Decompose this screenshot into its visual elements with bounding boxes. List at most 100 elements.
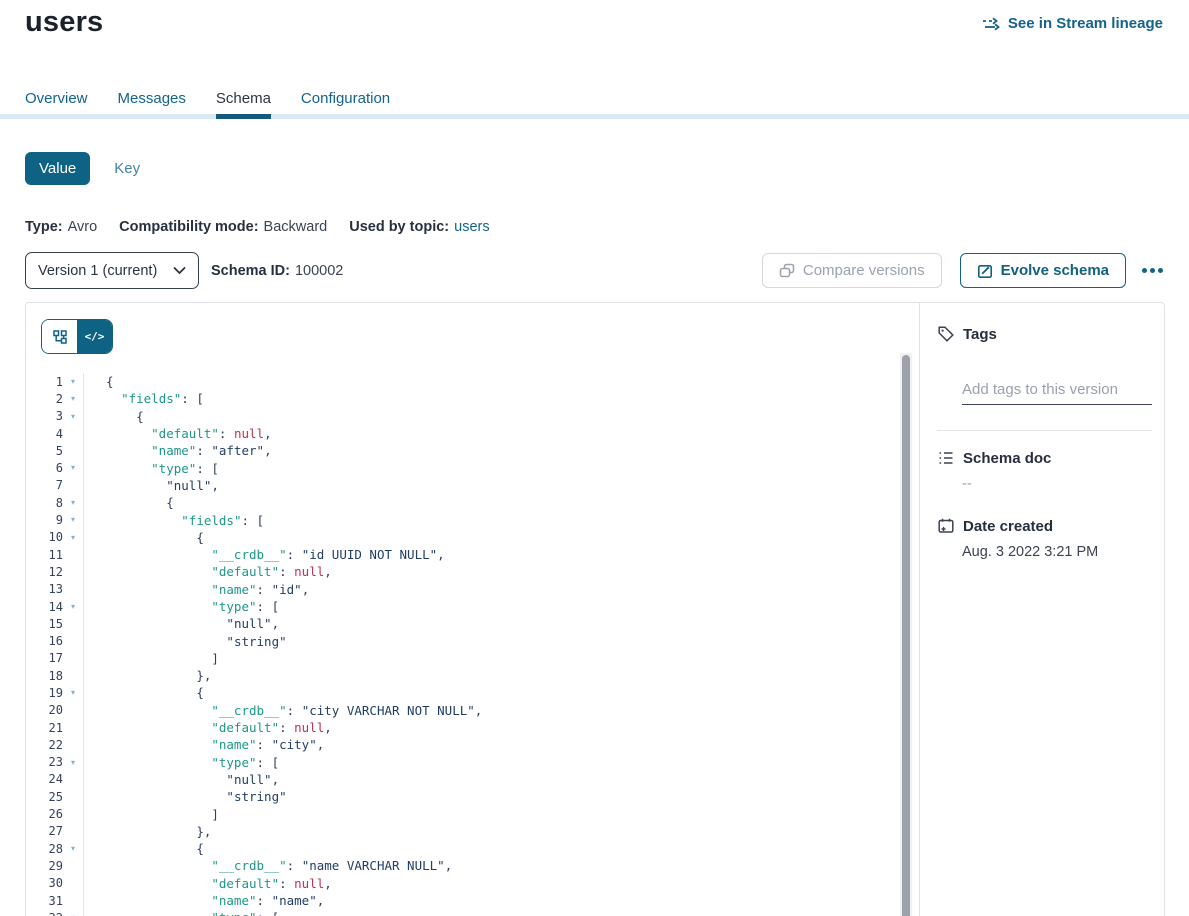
code-line: 3▾ { (26, 408, 889, 425)
fold-arrow-icon[interactable]: ▾ (63, 408, 83, 425)
fold-arrow-icon[interactable]: ▾ (63, 511, 83, 528)
more-options-button[interactable] (1140, 262, 1165, 279)
tab-bar: Overview Messages Schema Configuration (25, 90, 390, 117)
code-view-button[interactable]: </> (77, 320, 112, 353)
version-select[interactable]: Version 1 (current) (25, 252, 199, 289)
code-text: { (83, 684, 889, 701)
code-text: "name": "city", (83, 736, 889, 753)
date-created-heading: Date created (963, 518, 1053, 535)
fold-arrow-icon[interactable]: ▾ (63, 598, 83, 615)
used-by-topic-link[interactable]: users (454, 219, 489, 235)
code-text: "string" (83, 788, 889, 805)
code-line: 22 "name": "city", (26, 736, 889, 753)
line-number: 15 (26, 617, 63, 631)
line-number: 27 (26, 824, 63, 838)
page-title: users (25, 6, 103, 39)
compare-versions-icon (779, 263, 795, 278)
code-line: 21 "default": null, (26, 719, 889, 736)
code-text: "null", (83, 771, 889, 788)
line-number: 29 (26, 859, 63, 873)
code-line: 31 "name": "name", (26, 892, 889, 909)
compatibility-mode-label: Compatibility mode: (119, 219, 258, 235)
add-tags-input[interactable] (962, 379, 1152, 405)
code-text: }, (83, 823, 889, 840)
compare-versions-button[interactable]: Compare versions (762, 253, 942, 288)
compatibility-mode-value: Backward (264, 219, 328, 235)
tags-section: Tags (920, 325, 1164, 343)
code-line: 16 "string" (26, 632, 889, 649)
line-number: 18 (26, 669, 63, 683)
line-number: 14 (26, 600, 63, 614)
code-line: 13 "name": "id", (26, 581, 889, 598)
code-line: 32▾ "type": [ (26, 909, 889, 916)
line-number: 25 (26, 790, 63, 804)
tab-overview[interactable]: Overview (25, 90, 88, 117)
schema-doc-value: -- (920, 476, 1164, 492)
code-text: "type": [ (83, 459, 889, 476)
code-text: "null", (83, 615, 889, 632)
tree-view-button[interactable] (42, 320, 77, 353)
fold-arrow-icon[interactable]: ▾ (63, 684, 83, 701)
line-number: 3 (26, 409, 63, 423)
code-text: ] (83, 805, 889, 822)
line-number: 1 (26, 375, 63, 389)
code-text: { (83, 408, 889, 425)
fold-arrow-icon[interactable]: ▾ (63, 459, 83, 476)
code-text: "name": "name", (83, 892, 889, 909)
line-number: 17 (26, 651, 63, 665)
code-line: 14▾ "type": [ (26, 598, 889, 615)
code-line: 5 "name": "after", (26, 442, 889, 459)
version-select-value: Version 1 (current) (38, 263, 173, 279)
code-text: "type": [ (83, 909, 889, 916)
dot-icon (1158, 268, 1163, 273)
tag-icon (937, 325, 955, 343)
code-lines[interactable]: 1▾{2▾ "fields": [3▾ {4 "default": null,5… (26, 373, 889, 916)
fold-arrow-icon[interactable]: ▾ (63, 494, 83, 511)
evolve-schema-button[interactable]: Evolve schema (960, 253, 1126, 288)
code-line: 25 "string" (26, 788, 889, 805)
code-text: { (83, 373, 889, 390)
code-line: 24 "null", (26, 771, 889, 788)
tab-schema[interactable]: Schema (216, 90, 271, 117)
line-number: 9 (26, 513, 63, 527)
fold-arrow-icon[interactable]: ▾ (63, 529, 83, 546)
code-text: "type": [ (83, 754, 889, 771)
tab-underline-track (0, 114, 1189, 119)
schema-doc-icon (937, 449, 955, 467)
date-created-section: Date created Aug. 3 2022 3:21 PM (920, 517, 1164, 560)
fold-arrow-icon[interactable]: ▾ (63, 390, 83, 407)
type-value: Avro (68, 219, 98, 235)
code-text: ] (83, 650, 889, 667)
fold-arrow-icon[interactable]: ▾ (63, 373, 83, 390)
used-by-topic-label: Used by topic: (349, 219, 449, 235)
line-number: 31 (26, 894, 63, 908)
code-view-icon: </> (85, 330, 105, 343)
code-text: "name": "id", (83, 581, 889, 598)
code-text: "default": null, (83, 563, 889, 580)
line-number: 22 (26, 738, 63, 752)
line-number: 13 (26, 582, 63, 596)
line-number: 24 (26, 772, 63, 786)
fold-arrow-icon[interactable]: ▾ (63, 840, 83, 857)
dot-icon (1150, 268, 1155, 273)
code-text: "__crdb__": "id UUID NOT NULL", (83, 546, 889, 563)
code-line: 10▾ { (26, 529, 889, 546)
tab-messages[interactable]: Messages (118, 90, 186, 117)
stream-lineage-link[interactable]: See in Stream lineage (982, 15, 1163, 32)
code-line: 29 "__crdb__": "name VARCHAR NULL", (26, 857, 889, 874)
value-toggle-button[interactable]: Value (25, 152, 90, 185)
editor-scrollbar-thumb[interactable] (902, 355, 910, 916)
tree-view-icon (52, 329, 68, 345)
code-text: { (83, 529, 889, 546)
line-number: 2 (26, 392, 63, 406)
schema-code-editor: </> 1▾{2▾ "fields": [3▾ {4 "default": nu… (26, 303, 919, 916)
fold-arrow-icon[interactable]: ▾ (63, 909, 83, 916)
editor-scrollbar[interactable] (900, 353, 912, 916)
type-label: Type: (25, 219, 63, 235)
sidebar-divider (937, 430, 1152, 431)
fold-arrow-icon[interactable]: ▾ (63, 754, 83, 771)
key-toggle-button[interactable]: Key (114, 160, 140, 177)
tab-configuration[interactable]: Configuration (301, 90, 390, 117)
code-line: 4 "default": null, (26, 425, 889, 442)
code-text: "default": null, (83, 425, 889, 442)
